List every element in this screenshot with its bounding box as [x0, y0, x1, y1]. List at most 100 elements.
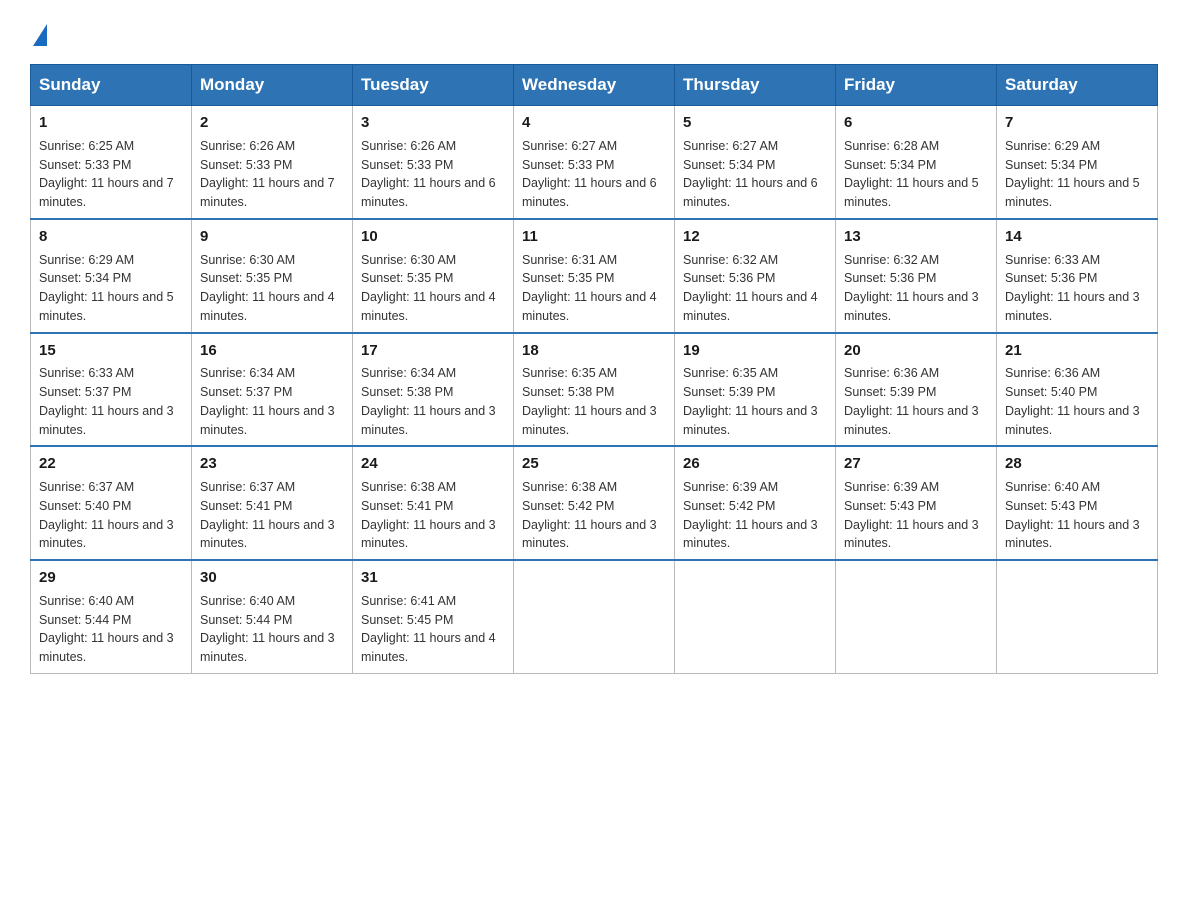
calendar-day-cell: 21Sunrise: 6:36 AMSunset: 5:40 PMDayligh…: [997, 333, 1158, 447]
calendar-day-cell: 20Sunrise: 6:36 AMSunset: 5:39 PMDayligh…: [836, 333, 997, 447]
calendar-day-cell: 27 Sunrise: 6:39 AMSunset: 5:43 PMDayligh…: [836, 446, 997, 560]
calendar-day-cell: 31 Sunrise: 6:41 AMSunset: 5:45 PMDayligh…: [353, 560, 514, 673]
calendar-week-row: 29 Sunrise: 6:40 AMSunset: 5:44 PMDayligh…: [31, 560, 1158, 673]
calendar-week-row: 22 Sunrise: 6:37 AMSunset: 5:40 PMDayligh…: [31, 446, 1158, 560]
calendar-day-cell: 4 Sunrise: 6:27 AMSunset: 5:33 PMDaylight…: [514, 106, 675, 219]
calendar-day-cell: 5Sunrise: 6:27 AMSunset: 5:34 PMDaylight…: [675, 106, 836, 219]
calendar-day-cell: 14 Sunrise: 6:33 AMSunset: 5:36 PMDayligh…: [997, 219, 1158, 333]
day-number: 30: [200, 567, 344, 589]
day-number: 2: [200, 112, 344, 134]
day-number: 5: [683, 112, 827, 134]
day-info: Sunrise: 6:36 AMSunset: 5:40 PMDaylight:…: [1005, 364, 1149, 439]
day-number: 29: [39, 567, 183, 589]
day-info: Sunrise: 6:40 AMSunset: 5:44 PMDaylight:…: [39, 592, 183, 667]
calendar-day-cell: 19Sunrise: 6:35 AMSunset: 5:39 PMDayligh…: [675, 333, 836, 447]
day-number: 10: [361, 226, 505, 248]
day-info: Sunrise: 6:32 AMSunset: 5:36 PMDaylight:…: [844, 251, 988, 326]
calendar-day-cell: 29 Sunrise: 6:40 AMSunset: 5:44 PMDayligh…: [31, 560, 192, 673]
day-info: Sunrise: 6:27 AMSunset: 5:33 PMDaylight:…: [522, 137, 666, 212]
calendar-day-cell: 10 Sunrise: 6:30 AMSunset: 5:35 PMDayligh…: [353, 219, 514, 333]
col-header-wednesday: Wednesday: [514, 65, 675, 106]
calendar-day-cell: [997, 560, 1158, 673]
day-info: Sunrise: 6:30 AMSunset: 5:35 PMDaylight:…: [361, 251, 505, 326]
day-info: Sunrise: 6:37 AMSunset: 5:40 PMDaylight:…: [39, 478, 183, 553]
calendar-day-cell: 18Sunrise: 6:35 AMSunset: 5:38 PMDayligh…: [514, 333, 675, 447]
day-number: 1: [39, 112, 183, 134]
calendar-day-cell: 22 Sunrise: 6:37 AMSunset: 5:40 PMDayligh…: [31, 446, 192, 560]
day-number: 11: [522, 226, 666, 248]
day-number: 21: [1005, 340, 1149, 362]
calendar-day-cell: [675, 560, 836, 673]
day-number: 14: [1005, 226, 1149, 248]
col-header-saturday: Saturday: [997, 65, 1158, 106]
calendar-day-cell: 26 Sunrise: 6:39 AMSunset: 5:42 PMDayligh…: [675, 446, 836, 560]
day-info: Sunrise: 6:33 AMSunset: 5:36 PMDaylight:…: [1005, 251, 1149, 326]
calendar-day-cell: 23 Sunrise: 6:37 AMSunset: 5:41 PMDayligh…: [192, 446, 353, 560]
day-number: 4: [522, 112, 666, 134]
day-number: 31: [361, 567, 505, 589]
day-info: Sunrise: 6:28 AMSunset: 5:34 PMDaylight:…: [844, 137, 988, 212]
day-number: 19: [683, 340, 827, 362]
day-info: Sunrise: 6:35 AMSunset: 5:39 PMDaylight:…: [683, 364, 827, 439]
day-info: Sunrise: 6:30 AMSunset: 5:35 PMDaylight:…: [200, 251, 344, 326]
day-info: Sunrise: 6:39 AMSunset: 5:43 PMDaylight:…: [844, 478, 988, 553]
day-number: 26: [683, 453, 827, 475]
day-number: 22: [39, 453, 183, 475]
day-number: 20: [844, 340, 988, 362]
day-number: 6: [844, 112, 988, 134]
calendar-day-cell: 1 Sunrise: 6:25 AMSunset: 5:33 PMDaylight…: [31, 106, 192, 219]
day-info: Sunrise: 6:31 AMSunset: 5:35 PMDaylight:…: [522, 251, 666, 326]
calendar-day-cell: 3Sunrise: 6:26 AMSunset: 5:33 PMDaylight…: [353, 106, 514, 219]
day-info: Sunrise: 6:40 AMSunset: 5:44 PMDaylight:…: [200, 592, 344, 667]
calendar-day-cell: 12Sunrise: 6:32 AMSunset: 5:36 PMDayligh…: [675, 219, 836, 333]
day-info: Sunrise: 6:38 AMSunset: 5:42 PMDaylight:…: [522, 478, 666, 553]
calendar-day-cell: 16Sunrise: 6:34 AMSunset: 5:37 PMDayligh…: [192, 333, 353, 447]
calendar-week-row: 1 Sunrise: 6:25 AMSunset: 5:33 PMDaylight…: [31, 106, 1158, 219]
calendar-table: SundayMondayTuesdayWednesdayThursdayFrid…: [30, 64, 1158, 674]
day-number: 16: [200, 340, 344, 362]
day-number: 7: [1005, 112, 1149, 134]
calendar-day-cell: 7 Sunrise: 6:29 AMSunset: 5:34 PMDaylight…: [997, 106, 1158, 219]
calendar-day-cell: 6 Sunrise: 6:28 AMSunset: 5:34 PMDaylight…: [836, 106, 997, 219]
day-info: Sunrise: 6:32 AMSunset: 5:36 PMDaylight:…: [683, 251, 827, 326]
day-info: Sunrise: 6:34 AMSunset: 5:37 PMDaylight:…: [200, 364, 344, 439]
col-header-sunday: Sunday: [31, 65, 192, 106]
calendar-day-cell: 17Sunrise: 6:34 AMSunset: 5:38 PMDayligh…: [353, 333, 514, 447]
calendar-day-cell: [836, 560, 997, 673]
col-header-friday: Friday: [836, 65, 997, 106]
day-info: Sunrise: 6:29 AMSunset: 5:34 PMDaylight:…: [39, 251, 183, 326]
day-info: Sunrise: 6:39 AMSunset: 5:42 PMDaylight:…: [683, 478, 827, 553]
day-number: 27: [844, 453, 988, 475]
logo: [30, 20, 47, 46]
day-number: 15: [39, 340, 183, 362]
day-number: 3: [361, 112, 505, 134]
col-header-thursday: Thursday: [675, 65, 836, 106]
calendar-day-cell: 11 Sunrise: 6:31 AMSunset: 5:35 PMDayligh…: [514, 219, 675, 333]
day-info: Sunrise: 6:35 AMSunset: 5:38 PMDaylight:…: [522, 364, 666, 439]
logo-triangle-icon: [33, 24, 47, 46]
calendar-day-cell: 8 Sunrise: 6:29 AMSunset: 5:34 PMDaylight…: [31, 219, 192, 333]
day-number: 24: [361, 453, 505, 475]
day-number: 9: [200, 226, 344, 248]
calendar-day-cell: 9 Sunrise: 6:30 AMSunset: 5:35 PMDaylight…: [192, 219, 353, 333]
day-info: Sunrise: 6:26 AMSunset: 5:33 PMDaylight:…: [200, 137, 344, 212]
calendar-day-cell: 24Sunrise: 6:38 AMSunset: 5:41 PMDayligh…: [353, 446, 514, 560]
day-info: Sunrise: 6:33 AMSunset: 5:37 PMDaylight:…: [39, 364, 183, 439]
calendar-day-cell: 25Sunrise: 6:38 AMSunset: 5:42 PMDayligh…: [514, 446, 675, 560]
col-header-tuesday: Tuesday: [353, 65, 514, 106]
day-info: Sunrise: 6:41 AMSunset: 5:45 PMDaylight:…: [361, 592, 505, 667]
calendar-day-cell: [514, 560, 675, 673]
calendar-week-row: 8 Sunrise: 6:29 AMSunset: 5:34 PMDaylight…: [31, 219, 1158, 333]
day-info: Sunrise: 6:25 AMSunset: 5:33 PMDaylight:…: [39, 137, 183, 212]
calendar-day-cell: 13Sunrise: 6:32 AMSunset: 5:36 PMDayligh…: [836, 219, 997, 333]
day-number: 8: [39, 226, 183, 248]
calendar-day-cell: 15Sunrise: 6:33 AMSunset: 5:37 PMDayligh…: [31, 333, 192, 447]
day-info: Sunrise: 6:34 AMSunset: 5:38 PMDaylight:…: [361, 364, 505, 439]
calendar-day-cell: 28Sunrise: 6:40 AMSunset: 5:43 PMDayligh…: [997, 446, 1158, 560]
day-number: 18: [522, 340, 666, 362]
calendar-day-cell: 30 Sunrise: 6:40 AMSunset: 5:44 PMDayligh…: [192, 560, 353, 673]
day-number: 23: [200, 453, 344, 475]
day-number: 17: [361, 340, 505, 362]
day-info: Sunrise: 6:37 AMSunset: 5:41 PMDaylight:…: [200, 478, 344, 553]
day-info: Sunrise: 6:29 AMSunset: 5:34 PMDaylight:…: [1005, 137, 1149, 212]
